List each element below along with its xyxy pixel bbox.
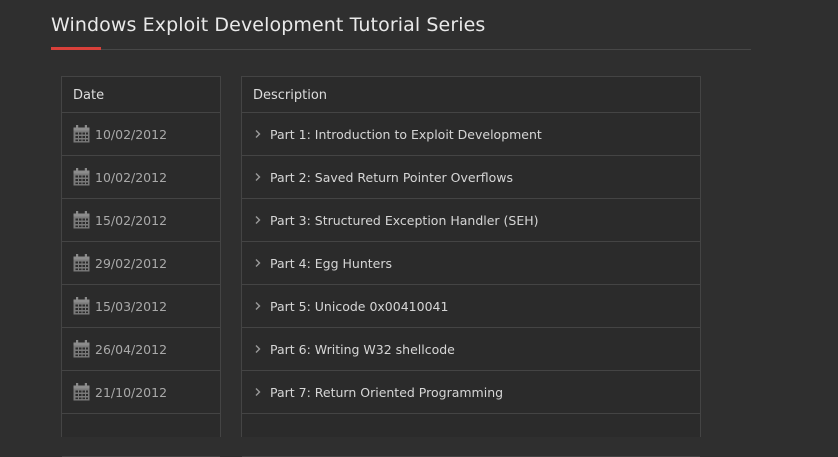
tutorial-link[interactable]: Part 7: Return Oriented Programming <box>242 371 700 414</box>
tutorial-title: Part 7: Return Oriented Programming <box>270 384 504 400</box>
tutorial-link[interactable]: Part 1: Introduction to Exploit Developm… <box>242 113 700 156</box>
date-text: 26/04/2012 <box>95 341 168 357</box>
date-cell: 15/02/2012 <box>62 199 220 242</box>
tutorial-link[interactable]: Part 2: Saved Return Pointer Overflows <box>242 156 700 199</box>
description-column-header: Description <box>242 77 700 113</box>
date-cell: 29/02/2012 <box>62 242 220 285</box>
date-cell: 21/10/2012 <box>62 371 220 414</box>
tutorial-title: Part 6: Writing W32 shellcode <box>270 341 455 357</box>
date-text: 15/03/2012 <box>95 298 168 314</box>
chevron-right-icon <box>255 388 261 396</box>
date-text: 10/02/2012 <box>95 126 168 142</box>
date-text: 29/02/2012 <box>95 255 168 271</box>
date-cell <box>62 414 220 457</box>
date-cell: 10/02/2012 <box>62 156 220 199</box>
description-column: Description Part 1: Introduction to Expl… <box>241 76 701 457</box>
chevron-right-icon <box>255 302 261 310</box>
chevron-right-icon <box>255 345 261 353</box>
date-cell: 15/03/2012 <box>62 285 220 328</box>
calendar-icon <box>73 383 90 401</box>
chevron-right-icon <box>255 216 261 224</box>
date-column: Date 10/02/2012 10/02/2012 15/02/2012 29/02… <box>61 76 221 457</box>
calendar-icon <box>73 254 90 272</box>
tutorial-title: Part 1: Introduction to Exploit Developm… <box>270 126 542 142</box>
calendar-icon <box>73 211 90 229</box>
calendar-icon <box>73 168 90 186</box>
tutorial-link[interactable] <box>242 414 700 457</box>
title-divider <box>51 49 751 50</box>
date-text: 21/10/2012 <box>95 384 168 400</box>
calendar-icon <box>73 125 90 143</box>
date-text: 15/02/2012 <box>95 212 168 228</box>
tutorial-link[interactable]: Part 5: Unicode 0x00410041 <box>242 285 700 328</box>
chevron-right-icon <box>255 259 261 267</box>
chevron-right-icon <box>255 173 261 181</box>
date-list: 10/02/2012 10/02/2012 15/02/2012 29/02/2012… <box>62 113 220 457</box>
tutorial-link[interactable]: Part 6: Writing W32 shellcode <box>242 328 700 371</box>
tutorial-link[interactable]: Part 4: Egg Hunters <box>242 242 700 285</box>
page-title: Windows Exploit Development Tutorial Ser… <box>51 14 486 36</box>
tutorial-title: Part 4: Egg Hunters <box>270 255 393 271</box>
calendar-icon <box>73 297 90 315</box>
tutorial-link[interactable]: Part 3: Structured Exception Handler (SE… <box>242 199 700 242</box>
description-list: Part 1: Introduction to Exploit Developm… <box>242 113 700 457</box>
date-column-header: Date <box>62 77 220 113</box>
tutorial-title: Part 2: Saved Return Pointer Overflows <box>270 169 513 185</box>
tutorial-title: Part 5: Unicode 0x00410041 <box>270 298 449 314</box>
title-accent-bar <box>51 47 101 50</box>
calendar-icon <box>73 340 90 358</box>
date-text: 10/02/2012 <box>95 169 168 185</box>
date-cell: 10/02/2012 <box>62 113 220 156</box>
date-cell: 26/04/2012 <box>62 328 220 371</box>
tutorial-title: Part 3: Structured Exception Handler (SE… <box>270 212 539 228</box>
chevron-right-icon <box>255 130 261 138</box>
